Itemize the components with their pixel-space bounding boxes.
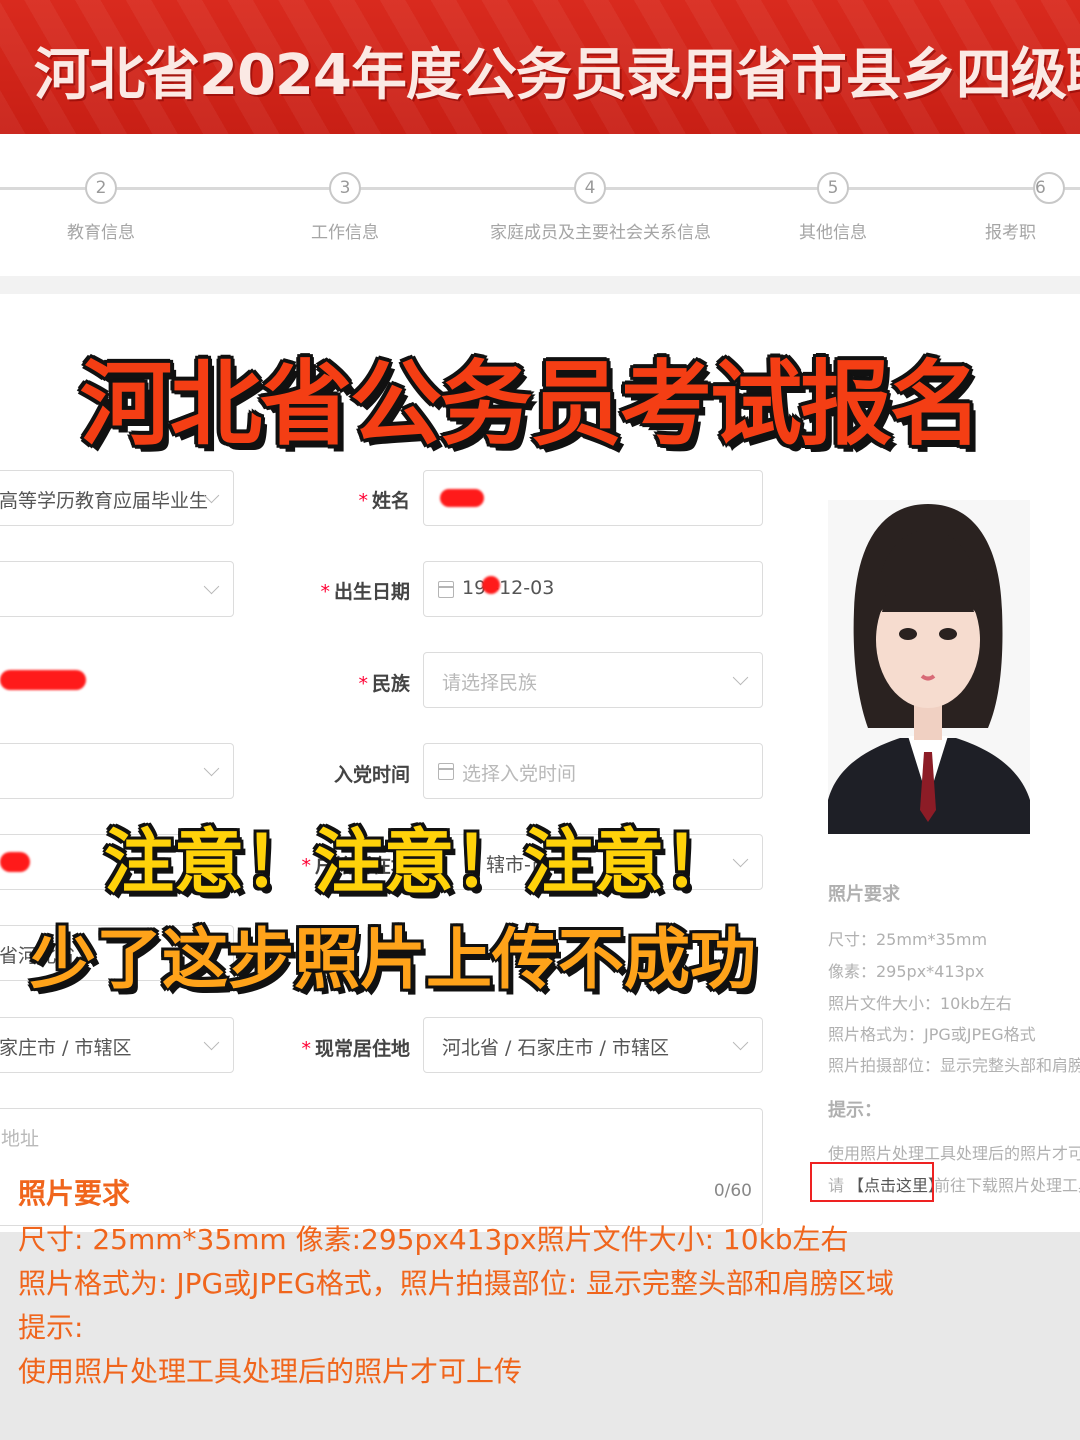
bottom-line-4: 使用照片处理工具处理后的照片才可上传 xyxy=(18,1355,523,1388)
party-date-placeholder: 选择入党时间 xyxy=(462,763,577,785)
portrait-illustration xyxy=(828,500,1030,834)
step-progress: 2 教育信息 3 工作信息 4 家庭成员及主要社会关系信息 5 其他信息 6 报… xyxy=(0,134,1080,276)
left-select-7[interactable]: 家庄市 / 市辖区 xyxy=(0,1017,234,1073)
step-number: 5 xyxy=(817,172,849,204)
bottom-line-3: 提示: xyxy=(18,1311,84,1344)
step-number: 6 xyxy=(1033,172,1065,204)
requirement-file-size: 照片文件大小：10kb左右 xyxy=(828,994,1012,1013)
banner-title: 河北省2024年度公务员录用省市县乡四级联考 xyxy=(34,43,1080,108)
party-date-label: 入党时间 xyxy=(333,764,410,786)
left-select-4[interactable] xyxy=(0,743,234,799)
chevron-down-icon xyxy=(203,578,220,595)
step-number: 3 xyxy=(329,172,361,204)
step-label: 教育信息 xyxy=(67,223,135,243)
select-value: 高等学历教育应届毕业生 xyxy=(0,490,209,512)
tip-title: 提示： xyxy=(828,1100,882,1121)
calendar-icon xyxy=(438,763,454,780)
step-education[interactable]: 2 教育信息 xyxy=(1,172,201,243)
char-counter: 0/60 xyxy=(713,1181,752,1201)
chevron-down-icon xyxy=(203,1034,220,1051)
ethnicity-label: * 民族 xyxy=(358,673,410,695)
tip-text: 使用照片处理工具处理后的照片才可上传 xyxy=(828,1144,1080,1163)
chevron-down-icon xyxy=(732,851,749,868)
warning-line-1: 注意！注意！注意！ xyxy=(104,821,734,903)
headline: 河北省公务员考试报名 xyxy=(80,351,982,458)
step-label: 工作信息 xyxy=(311,223,379,243)
residence-select[interactable]: 河北省 / 石家庄市 / 市辖区 xyxy=(423,1017,763,1073)
tip-click-suffix: 前往下载照片处理工具 xyxy=(934,1176,1080,1195)
residence-label: * 现常居住地 xyxy=(301,1038,410,1060)
requirement-pixels: 像素：295px*413px xyxy=(828,962,985,981)
redaction-mark xyxy=(0,670,86,690)
step-position[interactable]: 6 报考职 xyxy=(985,172,1080,243)
redaction-mark xyxy=(482,576,500,594)
chevron-down-icon xyxy=(732,669,749,686)
residence-value: 河北省 / 石家庄市 / 市辖区 xyxy=(442,1037,669,1059)
birth-date-value: 19 -12-03 xyxy=(462,577,555,599)
name-input[interactable] xyxy=(423,470,763,526)
requirement-size: 尺寸：25mm*35mm xyxy=(828,930,988,949)
bottom-line-2: 照片格式为: JPG或JPEG格式，照片拍摄部位: 显示完整头部和肩膀区域 xyxy=(18,1267,895,1300)
redaction-mark xyxy=(0,852,30,872)
redaction-mark xyxy=(440,489,484,507)
ethnicity-select[interactable]: 请选择民族 xyxy=(423,652,763,708)
calendar-icon xyxy=(438,581,454,598)
select-value: 家庄市 / 市辖区 xyxy=(0,1037,132,1059)
left-select-2[interactable] xyxy=(0,561,234,617)
birth-label: * 出生日期 xyxy=(320,581,410,603)
chevron-down-icon xyxy=(732,1034,749,1051)
birth-date-input[interactable]: 19 -12-03 xyxy=(423,561,763,617)
requirement-area: 照片拍摄部位：显示完整头部和肩膀区域 xyxy=(828,1056,1080,1075)
step-label: 报考职 xyxy=(985,223,1036,243)
step-family[interactable]: 4 家庭成员及主要社会关系信息 xyxy=(490,172,711,243)
divider-band xyxy=(0,276,1080,294)
education-type-select[interactable]: 高等学历教育应届毕业生 xyxy=(0,470,234,526)
id-photo xyxy=(828,500,1030,834)
ethnicity-placeholder: 请选择民族 xyxy=(442,672,538,694)
step-number: 2 xyxy=(85,172,117,204)
step-number: 4 xyxy=(574,172,606,204)
party-date-input[interactable]: 选择入党时间 xyxy=(423,743,763,799)
warning-line-2: 少了这步照片上传不成功 xyxy=(30,921,756,998)
highlight-box xyxy=(810,1162,934,1202)
bottom-title: 照片要求 xyxy=(18,1177,131,1210)
address-placeholder: 地址 xyxy=(1,1128,40,1150)
step-label: 其他信息 xyxy=(799,223,867,243)
bottom-line-1: 尺寸: 25mm*35mm 像素:295px413px照片文件大小: 10kb左… xyxy=(18,1223,849,1256)
step-label: 家庭成员及主要社会关系信息 xyxy=(490,223,711,243)
requirement-format: 照片格式为：JPG或JPEG格式 xyxy=(828,1025,1036,1044)
chevron-down-icon xyxy=(203,760,220,777)
top-banner: 河北省2024年度公务员录用省市县乡四级联考 xyxy=(0,0,1080,134)
name-label: * 姓名 xyxy=(358,490,410,512)
requirements-title: 照片要求 xyxy=(828,884,900,905)
step-other[interactable]: 5 其他信息 xyxy=(733,172,933,243)
step-work[interactable]: 3 工作信息 xyxy=(245,172,445,243)
